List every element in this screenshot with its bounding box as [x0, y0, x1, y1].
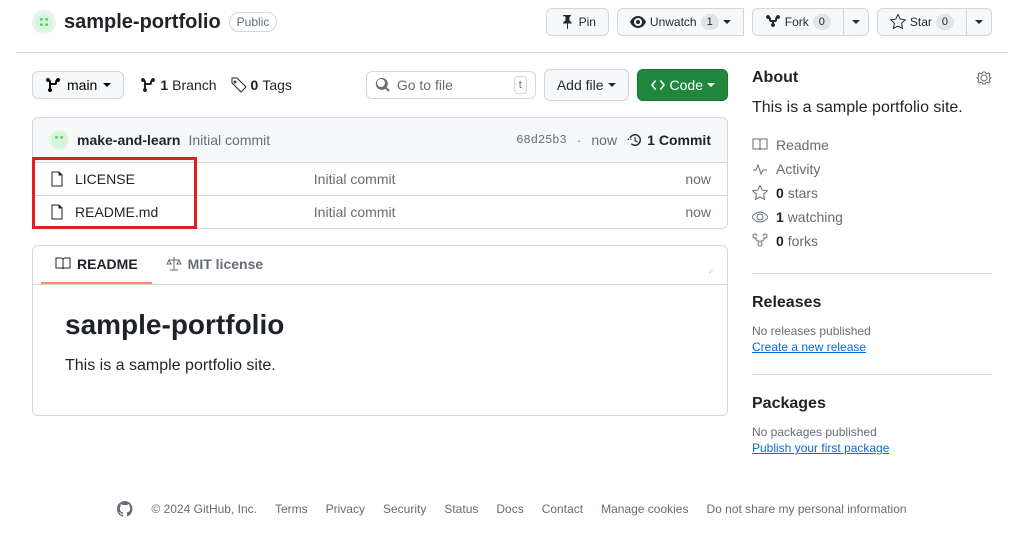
- add-file-button[interactable]: Add file: [544, 69, 629, 101]
- fork-icon: [752, 233, 768, 249]
- tab-readme[interactable]: README: [41, 246, 152, 284]
- law-icon: [166, 256, 182, 272]
- create-release-link[interactable]: Create a new release: [752, 340, 866, 354]
- tags-link[interactable]: 0 Tags: [231, 77, 292, 93]
- stars-link[interactable]: 0 stars: [776, 185, 818, 201]
- commits-link[interactable]: 1 Commit: [627, 132, 711, 148]
- footer-link[interactable]: Status: [444, 502, 478, 516]
- branch-icon: [140, 77, 156, 93]
- code-icon: [650, 77, 666, 93]
- go-to-file-input[interactable]: Go to file t: [366, 71, 536, 99]
- book-icon: [55, 256, 71, 272]
- history-icon: [627, 132, 643, 148]
- chevron-down-icon: [608, 83, 616, 91]
- unwatch-button[interactable]: Unwatch 1: [617, 8, 744, 36]
- footer-link[interactable]: Security: [383, 502, 426, 516]
- edit-readme-button[interactable]: [703, 257, 719, 273]
- star-button[interactable]: Star 0: [877, 8, 967, 36]
- about-heading: About: [752, 69, 798, 87]
- branch-select[interactable]: main: [32, 71, 124, 99]
- eye-icon: [752, 209, 768, 225]
- activity-link[interactable]: Activity: [776, 161, 820, 177]
- readme-link[interactable]: Readme: [776, 137, 829, 153]
- releases-empty: No releases published: [752, 324, 992, 338]
- visibility-badge: Public: [229, 12, 278, 32]
- pin-button[interactable]: Pin: [546, 8, 609, 36]
- branches-link[interactable]: 1 Branch: [140, 77, 216, 93]
- file-commit-message[interactable]: Initial commit: [314, 204, 631, 220]
- publish-package-link[interactable]: Publish your first package: [752, 441, 889, 455]
- watchers-link[interactable]: 1 watching: [776, 209, 843, 225]
- fork-menu-button[interactable]: [844, 8, 869, 36]
- github-logo-icon[interactable]: [117, 501, 133, 517]
- commit-author-avatar[interactable]: [49, 130, 69, 150]
- chevron-down-icon: [852, 20, 860, 28]
- commit-time: now: [591, 132, 617, 148]
- chevron-down-icon: [723, 20, 731, 28]
- star-menu-button[interactable]: [967, 8, 992, 36]
- readme-text: This is a sample portfolio site.: [65, 357, 695, 375]
- fork-icon: [765, 14, 781, 30]
- footer-link[interactable]: Manage cookies: [601, 502, 688, 516]
- commit-sha[interactable]: 68d25b3: [516, 133, 566, 147]
- footer-copyright: © 2024 GitHub, Inc.: [151, 502, 257, 516]
- footer-link[interactable]: Terms: [275, 502, 308, 516]
- pulse-icon: [752, 161, 768, 177]
- chevron-down-icon: [975, 20, 983, 28]
- search-icon: [375, 77, 391, 93]
- footer-link[interactable]: Do not share my personal information: [706, 502, 906, 516]
- chevron-down-icon: [707, 83, 715, 91]
- repo-description: This is a sample portfolio site.: [752, 99, 992, 117]
- packages-empty: No packages published: [752, 425, 992, 439]
- eye-icon: [630, 14, 646, 30]
- star-icon: [890, 14, 906, 30]
- chevron-down-icon: [103, 83, 111, 91]
- footer-link[interactable]: Docs: [496, 502, 523, 516]
- file-commit-message[interactable]: Initial commit: [314, 171, 631, 187]
- readme-title: sample-portfolio: [65, 309, 695, 341]
- star-icon: [752, 185, 768, 201]
- repo-name[interactable]: sample-portfolio: [64, 11, 221, 34]
- footer-link[interactable]: Privacy: [326, 502, 365, 516]
- code-button[interactable]: Code: [637, 69, 728, 101]
- pin-icon: [559, 14, 575, 30]
- annotation-highlight: [32, 157, 197, 229]
- owner-avatar[interactable]: [32, 10, 56, 34]
- fork-button[interactable]: Fork 0: [752, 8, 844, 36]
- branch-icon: [45, 77, 61, 93]
- gear-icon[interactable]: [976, 70, 992, 86]
- file-time: now: [631, 204, 711, 220]
- commit-author[interactable]: make-and-learn: [77, 132, 180, 148]
- book-icon: [752, 137, 768, 153]
- forks-link[interactable]: 0 forks: [776, 233, 818, 249]
- releases-heading: Releases: [752, 294, 992, 312]
- footer-link[interactable]: Contact: [542, 502, 583, 516]
- tab-license[interactable]: MIT license: [152, 246, 277, 284]
- tag-icon: [231, 77, 247, 93]
- packages-heading: Packages: [752, 395, 992, 413]
- commit-message[interactable]: Initial commit: [188, 132, 270, 148]
- file-time: now: [631, 171, 711, 187]
